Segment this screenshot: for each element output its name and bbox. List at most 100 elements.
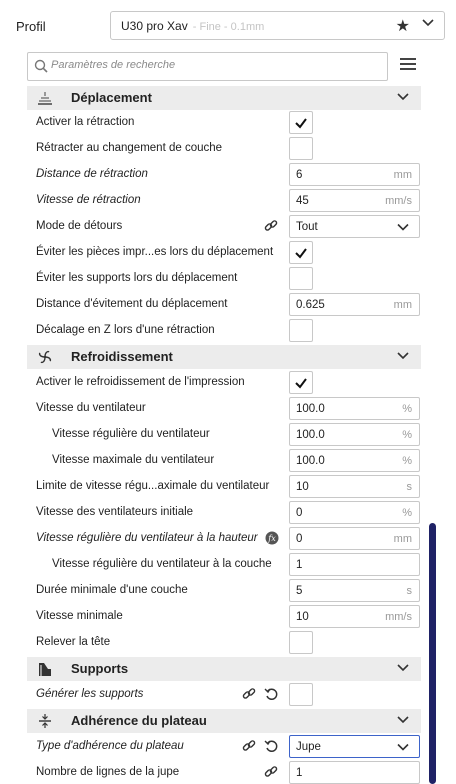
setting-label: Vitesse régulière du ventilateur à la ha… [36, 532, 258, 544]
link-icon[interactable] [242, 739, 256, 753]
setting-row: Limite de vitesse régu...aximale du vent… [27, 474, 421, 500]
retract-distance-input[interactable]: 6 mm [289, 163, 420, 186]
setting-row: Rétracter au changement de couche [27, 136, 421, 162]
svg-text:fx: fx [267, 534, 276, 543]
retract-speed-input[interactable]: 45 mm/s [289, 189, 420, 212]
chevron-down-icon [397, 664, 409, 672]
search-input[interactable] [51, 59, 371, 71]
chevron-down-icon [397, 352, 409, 360]
enable-cooling-checkbox[interactable] [289, 371, 313, 394]
profile-selector[interactable]: U30 pro Xav - Fine - 0.1mm ★ [110, 11, 445, 40]
setting-row: Décalage en Z lors d'une rétraction [27, 318, 421, 344]
generate-supports-checkbox[interactable] [289, 683, 313, 706]
travel-icon [38, 92, 52, 105]
link-icon[interactable] [264, 219, 278, 233]
setting-row: Mode de détours Tout [27, 214, 421, 240]
section-title: Supports [71, 661, 129, 676]
search-box[interactable] [27, 52, 388, 81]
setting-label: Vitesse du ventilateur [36, 402, 146, 414]
fan-initial-input[interactable]: 0% [289, 501, 420, 524]
fan-height-input[interactable]: 0 mm [289, 527, 420, 550]
section-title: Refroidissement [71, 349, 173, 364]
min-speed-input[interactable]: 10 mm/s [289, 605, 420, 628]
setting-label: Décalage en Z lors d'une rétraction [36, 324, 215, 336]
lift-head-checkbox[interactable] [289, 631, 313, 654]
link-icon[interactable] [242, 687, 256, 701]
check-icon [295, 378, 307, 389]
section-travel[interactable]: Déplacement [27, 86, 421, 110]
chevron-down-icon [422, 19, 434, 27]
setting-label: Vitesse maximale du ventilateur [52, 454, 215, 466]
setting-label: Rétracter au changement de couche [36, 142, 223, 154]
search-icon [34, 59, 48, 73]
setting-row: Activer la rétraction [27, 110, 421, 136]
setting-label: Vitesse régulière du ventilateur à la co… [52, 558, 272, 570]
setting-row: Vitesse régulière du ventilateur 100.0% [27, 422, 421, 448]
retraction-checkbox[interactable] [289, 111, 313, 134]
fan-threshold-input[interactable]: 10 s [289, 475, 420, 498]
setting-row: Type d'adhérence du plateau Jupe [27, 734, 421, 760]
setting-label: Durée minimale d'une couche [36, 584, 188, 596]
chevron-down-icon [397, 743, 409, 751]
setting-row: Vitesse régulière du ventilateur à la co… [27, 552, 421, 578]
profile-name: U30 pro Xav - Fine - 0.1mm [121, 19, 265, 33]
fan-icon [38, 350, 52, 364]
profile-quality: - Fine - 0.1mm [189, 21, 265, 33]
setting-row: Générer les supports [27, 682, 421, 708]
setting-label: Activer la rétraction [36, 116, 135, 128]
setting-label: Type d'adhérence du plateau [36, 740, 184, 752]
fan-speed-input[interactable]: 100.0% [289, 397, 420, 420]
adhesion-type-select[interactable]: Jupe [289, 735, 420, 758]
fan-max-input[interactable]: 100.0% [289, 449, 420, 472]
setting-label: Vitesse régulière du ventilateur [52, 428, 210, 440]
retract-layer-checkbox[interactable] [289, 137, 313, 160]
setting-label: Vitesse des ventilateurs initiale [36, 506, 194, 518]
setting-label: Vitesse de rétraction [36, 194, 141, 206]
function-icon[interactable]: fx [265, 531, 279, 545]
setting-label: Relever la tête [36, 636, 111, 648]
setting-row: Vitesse du ventilateur 100.0% [27, 396, 421, 422]
setting-label: Éviter les pièces impr...es lors du dépl… [36, 246, 274, 258]
setting-row: Vitesse des ventilateurs initiale 0% [27, 500, 421, 526]
z-hop-checkbox[interactable] [289, 319, 313, 342]
section-title: Adhérence du plateau [71, 713, 207, 728]
setting-row: Distance d'évitement du déplacement 0.62… [27, 292, 421, 318]
setting-label: Mode de détours [36, 220, 123, 232]
section-supports[interactable]: Supports [27, 657, 421, 681]
section-adhesion[interactable]: Adhérence du plateau [27, 709, 421, 733]
avoid-distance-input[interactable]: 0.625 mm [289, 293, 420, 316]
skirt-lines-input[interactable]: 1 [289, 761, 420, 784]
setting-row: Vitesse maximale du ventilateur 100.0% [27, 448, 421, 474]
adhesion-icon [39, 714, 51, 728]
scrollbar-thumb[interactable] [429, 523, 436, 784]
setting-label: Activer le refroidissement de l'impressi… [36, 376, 245, 388]
reset-icon[interactable] [264, 687, 278, 701]
setting-row: Éviter les pièces impr...es lors du dépl… [27, 240, 421, 266]
chevron-down-icon [397, 93, 409, 101]
fan-layer-input[interactable]: 1 [289, 553, 420, 576]
setting-label: Générer les supports [36, 688, 144, 700]
setting-label: Distance d'évitement du déplacement [36, 298, 228, 310]
min-layer-time-input[interactable]: 5s [289, 579, 420, 602]
reset-icon[interactable] [264, 739, 278, 753]
avoid-supports-checkbox[interactable] [289, 267, 313, 290]
setting-row: Vitesse de rétraction 45 mm/s [27, 188, 421, 214]
setting-label: Distance de rétraction [36, 168, 148, 180]
fan-regular-input[interactable]: 100.0% [289, 423, 420, 446]
link-icon[interactable] [264, 765, 278, 779]
setting-row: Durée minimale d'une couche 5s [27, 578, 421, 604]
chevron-down-icon [397, 223, 409, 231]
section-title: Déplacement [71, 90, 152, 105]
setting-label: Limite de vitesse régu...aximale du vent… [36, 480, 270, 492]
avoid-parts-checkbox[interactable] [289, 241, 313, 264]
setting-row: Nombre de lignes de la jupe 1 [27, 760, 421, 784]
check-icon [295, 248, 307, 259]
setting-label: Vitesse minimale [36, 610, 123, 622]
combing-mode-select[interactable]: Tout [289, 215, 420, 238]
setting-row: Éviter les supports lors du déplacement [27, 266, 421, 292]
settings-menu-icon[interactable] [400, 58, 416, 72]
setting-row: Activer le refroidissement de l'impressi… [27, 370, 421, 396]
star-icon[interactable]: ★ [396, 16, 410, 36]
setting-row: Vitesse minimale 10 mm/s [27, 604, 421, 630]
section-cooling[interactable]: Refroidissement [27, 345, 421, 369]
